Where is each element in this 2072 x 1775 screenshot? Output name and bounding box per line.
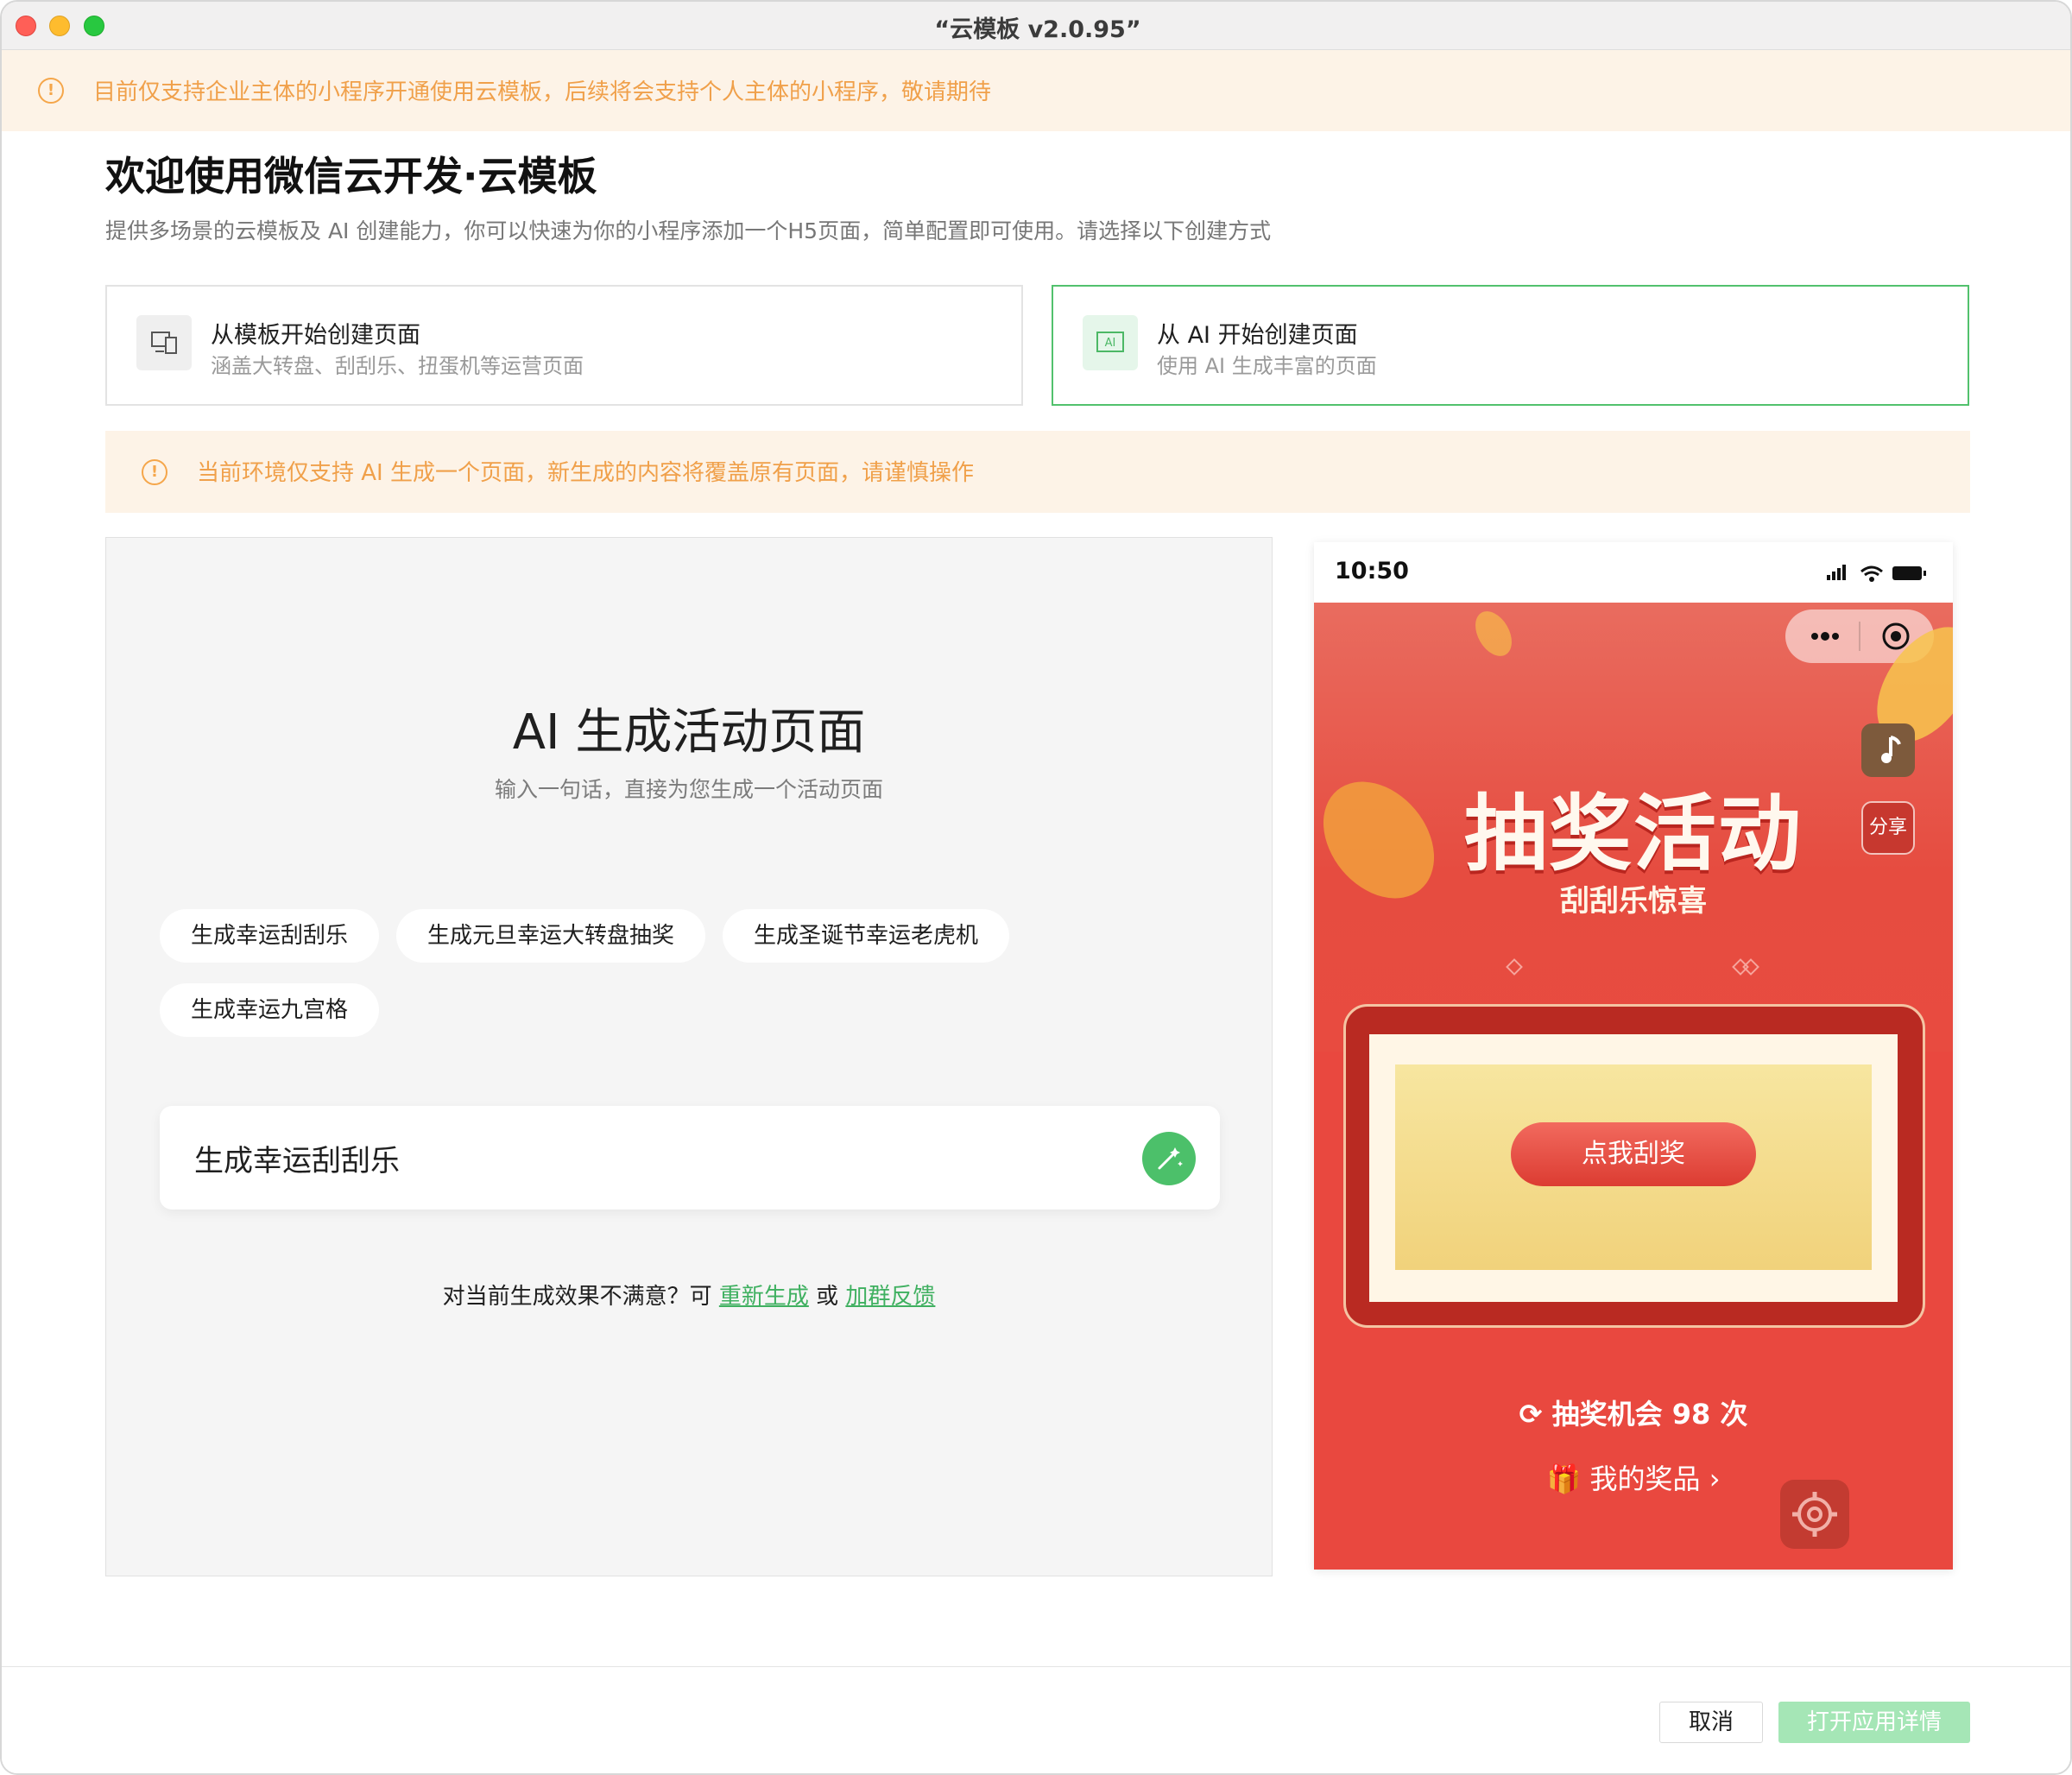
magic-wand-icon bbox=[1158, 1147, 1183, 1170]
open-app-details-button[interactable]: 打开应用详情 bbox=[1778, 1702, 1970, 1743]
top-notice-text: 目前仅支持企业主体的小程序开通使用云模板，后续将会支持个人主体的小程序，敬请期待 bbox=[93, 79, 992, 105]
activity-subtitle: 刮刮乐惊喜 bbox=[1560, 884, 1707, 919]
my-prizes-link[interactable]: 🎁 我的奖品 › bbox=[1314, 1457, 1953, 1497]
title-bar: “云模板 v2.0.95” bbox=[2, 2, 2070, 50]
settings-gear-button[interactable] bbox=[1780, 1480, 1849, 1549]
suggestion-chip[interactable]: 生成元旦幸运大转盘抽奖 bbox=[396, 909, 706, 963]
option-title: 从模板开始创建页面 bbox=[211, 322, 420, 349]
join-group-feedback-link[interactable]: 加群反馈 bbox=[845, 1284, 935, 1310]
feedback-line: 对当前生成效果不满意？可 重新生成 或 加群反馈 bbox=[106, 1279, 1272, 1311]
activity-title: 抽奖活动 bbox=[1464, 786, 1803, 882]
feedback-or: 或 bbox=[816, 1284, 839, 1310]
ai-icon-label: AI bbox=[1105, 337, 1116, 350]
prompt-input-box bbox=[160, 1106, 1220, 1210]
ai-panel-title: AI 生成活动页面 bbox=[512, 704, 866, 761]
cancel-button[interactable]: 取消 bbox=[1659, 1702, 1763, 1743]
option-desc: 涵盖大转盘、刮刮乐、扭蛋机等运营页面 bbox=[211, 354, 584, 378]
template-devices-icon bbox=[136, 315, 192, 370]
ai-icon: AI bbox=[1083, 315, 1138, 370]
ai-panel-desc: 输入一句话，直接为您生成一个活动页面 bbox=[494, 777, 883, 802]
chevron-right-icon: › bbox=[1709, 1462, 1721, 1495]
warning-circle-icon: ! bbox=[142, 459, 167, 485]
option-title: 从 AI 开始创建页面 bbox=[1157, 322, 1358, 349]
app-window: “云模板 v2.0.95” ! 目前仅支持企业主体的小程序开通使用云模板，后续将… bbox=[0, 0, 2072, 1775]
env-notice-text: 当前环境仅支持 AI 生成一个页面，新生成的内容将覆盖原有页面，请谨慎操作 bbox=[197, 460, 974, 486]
phone-status-bar: 10:50 bbox=[1314, 542, 1953, 603]
status-icons bbox=[1827, 565, 1926, 582]
draw-chances-text: 抽奖机会 98 次 bbox=[1551, 1398, 1748, 1431]
page-subtitle: 提供多场景的云模板及 AI 创建能力，你可以快速为你的小程序添加一个H5页面，简… bbox=[105, 218, 1272, 243]
gift-icon: 🎁 bbox=[1546, 1462, 1582, 1495]
env-notice-banner: ! 当前环境仅支持 AI 生成一个页面，新生成的内容将覆盖原有页面，请谨慎操作 bbox=[105, 431, 1970, 513]
generate-magic-wand-button[interactable] bbox=[1142, 1132, 1196, 1185]
status-time: 10:50 bbox=[1335, 558, 1409, 584]
ai-generate-panel: AI 生成活动页面 输入一句话，直接为您生成一个活动页面 生成幸运刮刮乐 生成元… bbox=[105, 537, 1273, 1576]
option-desc: 使用 AI 生成丰富的页面 bbox=[1157, 354, 1377, 378]
gear-icon bbox=[1792, 1492, 1837, 1537]
warning-circle-icon: ! bbox=[38, 78, 64, 104]
draw-chances: ⟳ 抽奖机会 98 次 bbox=[1314, 1393, 1953, 1432]
window-title: “云模板 v2.0.95” bbox=[934, 16, 1141, 43]
phone-preview: 10:50 分享 抽奖活动 刮刮乐惊喜 点我刮奖 ⟳ 抽奖机会 98 次 🎁 我… bbox=[1314, 542, 1953, 1570]
decor-diamonds bbox=[1506, 958, 1759, 976]
my-prizes-text: 我的奖品 bbox=[1589, 1462, 1701, 1495]
suggestion-chip[interactable]: 生成幸运九宫格 bbox=[160, 983, 380, 1037]
top-notice-banner: ! 目前仅支持企业主体的小程序开通使用云模板，后续将会支持个人主体的小程序，敬请… bbox=[2, 50, 2070, 131]
suggestion-chip[interactable]: 生成幸运刮刮乐 bbox=[160, 909, 380, 963]
regenerate-link[interactable]: 重新生成 bbox=[719, 1284, 809, 1310]
suggestion-chip[interactable]: 生成圣诞节幸运老虎机 bbox=[723, 909, 1010, 963]
option-card-ai[interactable]: AI 从 AI 开始创建页面 使用 AI 生成丰富的页面 bbox=[1052, 285, 1969, 406]
footer-bar: 取消 打开应用详情 bbox=[2, 1666, 2070, 1773]
feedback-prefix: 对当前生成效果不满意？可 bbox=[442, 1284, 712, 1310]
scratch-button[interactable]: 点我刮奖 bbox=[1511, 1122, 1756, 1186]
refresh-icon: ⟳ bbox=[1519, 1398, 1543, 1431]
prompt-input[interactable] bbox=[194, 1134, 1058, 1182]
page-title: 欢迎使用微信云开发·云模板 bbox=[105, 153, 597, 199]
option-card-template[interactable]: 从模板开始创建页面 涵盖大转盘、刮刮乐、扭蛋机等运营页面 bbox=[105, 285, 1023, 406]
